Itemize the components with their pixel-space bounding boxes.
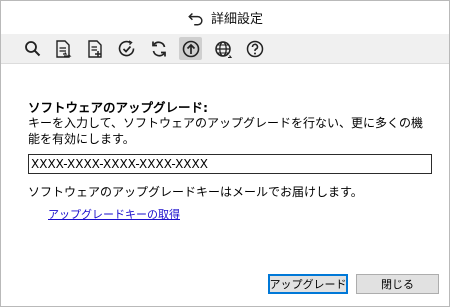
document-list-button[interactable] — [51, 37, 74, 60]
upgrade-panel: ソフトウェアのアップグレード: キーを入力して、ソフトウェアのアップグレードを行… — [1, 64, 449, 306]
key-delivery-note: ソフトウェアのアップグレードキーはメールでお届けします。 — [28, 185, 363, 199]
document-add-icon — [87, 39, 102, 58]
help-button[interactable] — [243, 37, 266, 60]
upgrade-button[interactable]: アップグレード — [268, 274, 348, 294]
get-upgrade-key-link[interactable]: アップグレードキーの取得 — [48, 206, 180, 222]
description-text: キーを入力して、ソフトウェアのアップグレードを行ない、更に多くの機能を有効にしま… — [28, 116, 424, 146]
globe-icon — [214, 40, 232, 58]
check-button[interactable] — [115, 37, 138, 60]
check-circle-icon — [118, 39, 134, 56]
upload-cloud-icon — [182, 40, 199, 57]
help-icon — [246, 40, 263, 57]
document-list-icon — [55, 39, 71, 58]
refresh-button[interactable] — [147, 37, 170, 60]
title-bar: 詳細設定 — [1, 1, 449, 34]
search-icon — [24, 40, 40, 56]
section-title: ソフトウェアのアップグレード: — [28, 100, 208, 115]
upgrade-tab-button[interactable] — [179, 37, 202, 60]
settings-dialog: 詳細設定 ソフトウェアのアップグレード: キーを入力して、ソフトウェアのアップグ… — [0, 0, 450, 307]
search-button[interactable] — [21, 37, 44, 60]
close-button[interactable]: 閉じる — [356, 274, 439, 294]
upgrade-key-input[interactable] — [28, 154, 432, 174]
back-arrow-icon[interactable] — [187, 9, 205, 27]
globe-button[interactable] — [211, 37, 234, 60]
toolbar — [1, 34, 449, 64]
window-title: 詳細設定 — [210, 12, 263, 27]
refresh-icon — [151, 40, 166, 57]
document-add-button[interactable] — [83, 37, 106, 60]
